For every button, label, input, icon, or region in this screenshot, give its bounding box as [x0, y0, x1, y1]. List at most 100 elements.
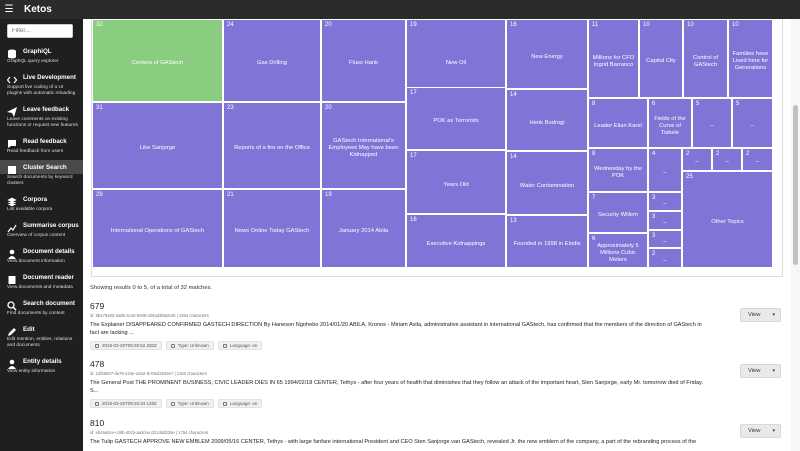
result-snippet: The General Post THE PROMINENT BUSINESS,…: [90, 380, 703, 394]
treemap-cell[interactable]: 2 --: [712, 148, 742, 171]
treemap-cell[interactable]: 24 Gas Drilling: [223, 19, 321, 102]
treemap-cell-label: --: [663, 238, 667, 245]
treemap-cell[interactable]: 4 --: [648, 148, 682, 192]
treemap-cell[interactable]: 16 New Energy: [506, 19, 588, 89]
treemap-cell[interactable]: 21 News Online Today GAStech: [223, 189, 321, 268]
sidebar-item-cluster-search[interactable]: Cluster Search Search documents by keywor…: [0, 158, 83, 190]
sidebar-item-leave-feedback[interactable]: Leave feedback Leave comments on existing…: [0, 100, 83, 132]
treemap-cell[interactable]: 13 Founded in 1998 in Elodis: [506, 215, 588, 268]
sidebar-item-label: Edit: [23, 325, 35, 333]
treemap-cell[interactable]: 8 Leader Elian Karel: [588, 98, 648, 148]
result-title[interactable]: 810: [90, 418, 790, 428]
calendar-icon: [95, 343, 99, 348]
treemap-cell-label: Gas Drilling: [257, 60, 287, 66]
sidebar-item-entity-details[interactable]: Entity details View entity information: [0, 352, 83, 378]
sidebar-item-live-development[interactable]: Live Development Support live coding of a…: [0, 68, 83, 100]
sidebar-item-document-reader[interactable]: Document reader View documents and metada…: [0, 268, 83, 294]
sidebar-item-document-details[interactable]: Document details View document informatio…: [0, 242, 83, 268]
sidebar-item-desc: Leave comments on existing functions or …: [7, 117, 78, 128]
sidebar-item-summarise-corpus[interactable]: Summarise corpus Overview of corpus conte…: [0, 216, 83, 242]
sidebar-item-corpora[interactable]: Corpora List available corpora: [0, 190, 83, 216]
result-meta: id: 8b47948d-da8b-4c40-9299-426ad3b6de28…: [90, 313, 209, 318]
result-tags: 2018-03-26T09:26:34.128Z Type: Unknown Lan…: [90, 399, 790, 408]
treemap-cell[interactable]: 28 International Operations of GAStech: [92, 189, 223, 268]
treemap-cell[interactable]: 5 --: [732, 98, 773, 148]
treemap-cell[interactable]: 17 POK as Terrorists: [406, 87, 506, 150]
treemap-cell[interactable]: 5 --: [692, 98, 732, 148]
treemap-cell[interactable]: 10 Control of GAStech: [683, 19, 728, 98]
treemap-cell[interactable]: 6 Approximately 5 Millions Cubic Meters: [588, 233, 648, 268]
main-content: 32 Centers of GAStech 24 Gas Drilling 20 Flus…: [83, 19, 800, 451]
view-button[interactable]: View ▾: [740, 308, 781, 322]
sidebar-item-desc: Edit mention, entities, relations and do…: [7, 337, 73, 348]
treemap-cell[interactable]: 20 Fluss Hank: [321, 19, 406, 102]
view-button[interactable]: View ▾: [740, 364, 781, 378]
treemap-cell[interactable]: 3 --: [648, 211, 682, 230]
sidebar-item-label: Cluster Search: [23, 163, 67, 171]
sidebar-item-label: Read feedback: [23, 137, 67, 145]
caret-down-icon: ▾: [772, 312, 775, 318]
treemap-cell[interactable]: 17 Years Old: [406, 150, 506, 214]
sidebar-item-desc: Overview of corpus content: [7, 233, 66, 238]
treemap-cell-label: Leader Elian Karel: [594, 122, 642, 129]
treemap-cell[interactable]: 6 Fields of the Curve of Tiskele: [648, 98, 692, 148]
treemap-cell[interactable]: 14 Water Contamination: [506, 151, 588, 215]
topic-treemap: 32 Centers of GAStech 24 Gas Drilling 20 Flus…: [91, 19, 783, 277]
treemap-cell-label: POK as Terrorists: [433, 118, 479, 124]
treemap-cell-label: Wednesday by the POK: [594, 166, 642, 179]
treemap-cell-label: Security Willem: [598, 212, 638, 218]
treemap-cell[interactable]: 2 --: [648, 248, 682, 268]
treemap-cell[interactable]: 23 Reports of a fire on the Office: [223, 102, 321, 189]
scrollbar-thumb[interactable]: [793, 105, 798, 265]
treemap-cell[interactable]: 32 Centers of GAStech: [92, 19, 223, 102]
language-icon: [222, 401, 227, 406]
code-icon: [6, 72, 18, 84]
treemap-cell[interactable]: 2 --: [742, 148, 773, 171]
sidebar-item-desc: Support live coding of a UI plugins with…: [7, 85, 76, 96]
reader-icon: [7, 272, 17, 284]
result-title[interactable]: 679: [90, 301, 790, 311]
user-icon: [7, 356, 17, 369]
treemap-cell[interactable]: 3 --: [648, 230, 682, 248]
treemap-cell[interactable]: 19 January 2014 Abila: [321, 189, 406, 268]
treemap-cell[interactable]: 7 Security Willem: [588, 192, 648, 233]
treemap-cell[interactable]: 10 Families have Lived here for Generatio…: [728, 19, 773, 98]
treemap-cell-label: Like Sanjorge: [139, 145, 176, 151]
sidebar-nav: GraphiQL GraphQL query explorer Live Devel…: [0, 42, 83, 378]
treemap-cell[interactable]: 2 --: [682, 148, 712, 171]
treemap-cell[interactable]: 31 Like Sanjorge: [92, 102, 223, 189]
treemap-cell[interactable]: 14 Henk Bodrogi: [506, 89, 588, 151]
treemap-cell[interactable]: 20 GAStech International's Employees May …: [321, 102, 406, 189]
caret-down-icon: ▾: [772, 428, 775, 434]
sidebar-item-label: Document details: [23, 247, 75, 255]
sidebar-item-label: Search document: [23, 299, 75, 307]
sidebar-item-label: GraphiQL: [23, 47, 52, 55]
treemap-cell[interactable]: 16 Executive Kidnappings: [406, 214, 506, 268]
treemap-cell-label: Capital City: [646, 58, 676, 64]
stack-icon: [7, 194, 17, 207]
scrollbar[interactable]: [791, 19, 800, 451]
sidebar-item-label: Leave feedback: [23, 105, 70, 113]
sidebar-item-read-feedback[interactable]: Read feedback Read feedback from users: [0, 132, 83, 158]
treemap-cell[interactable]: 11 Millions for CFO Ingrid Barranco: [588, 19, 639, 98]
hamburger-menu-icon[interactable]: ☰: [0, 4, 18, 15]
language-icon: [222, 343, 227, 348]
caret-down-icon: ▾: [772, 368, 775, 374]
treemap-cell-label: --: [663, 257, 667, 264]
comment-icon: [7, 136, 17, 148]
treemap-cell[interactable]: 25 Other Topics: [682, 171, 773, 268]
sidebar-item-graphiql[interactable]: GraphiQL GraphQL query explorer: [0, 42, 83, 68]
treemap-cell-label: January 2014 Abila: [338, 228, 389, 234]
treemap-cell-label: --: [750, 122, 755, 129]
treemap-cell-label: --: [663, 169, 667, 176]
sidebar-item-edit[interactable]: Edit Edit mention, entities, relations an…: [0, 320, 83, 352]
sidebar-item-label: Live Development: [23, 73, 76, 81]
treemap-cell-label: --: [725, 159, 729, 165]
sidebar-item-search-document[interactable]: Search document Find documents by content: [0, 294, 83, 320]
view-button[interactable]: View ▾: [740, 424, 781, 438]
result-title[interactable]: 478: [90, 359, 790, 369]
treemap-cell[interactable]: 8 Wednesday by the POK: [588, 148, 648, 192]
treemap-cell[interactable]: 10 Capital City: [639, 19, 683, 98]
treemap-cell[interactable]: 3 --: [648, 192, 682, 211]
sidebar-filter-input[interactable]: [7, 24, 73, 38]
